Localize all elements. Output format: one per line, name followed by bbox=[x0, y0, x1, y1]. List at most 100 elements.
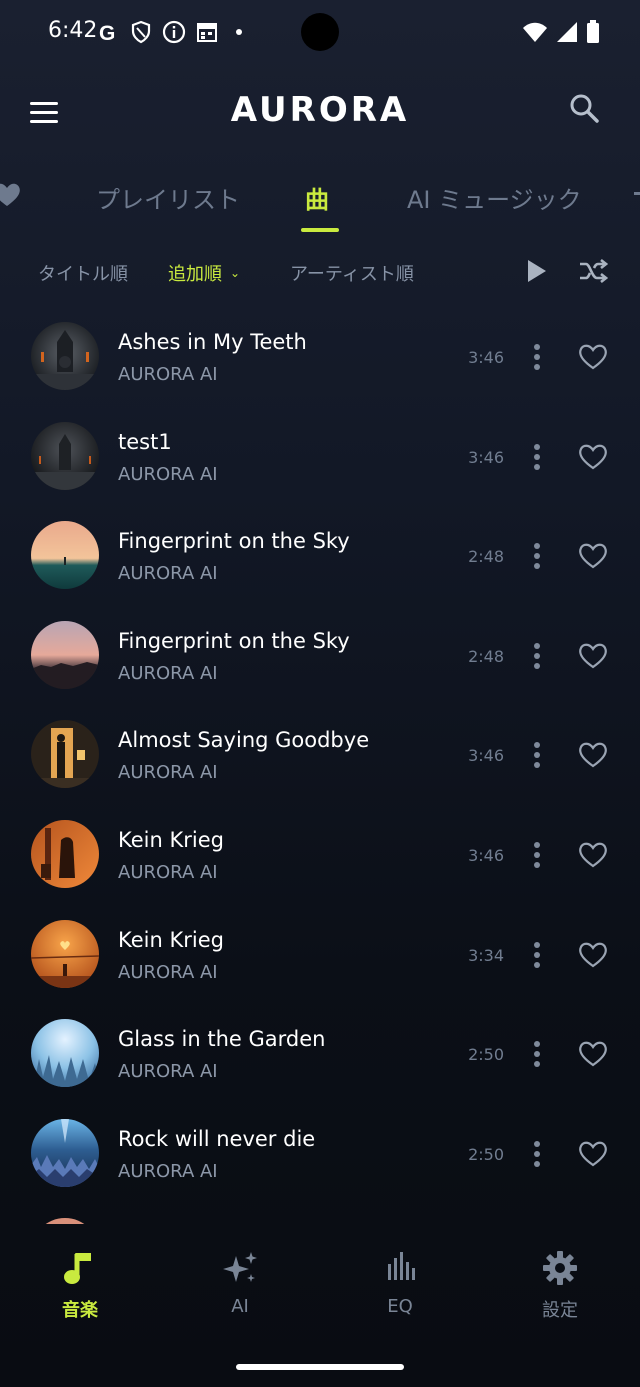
more-vertical-icon bbox=[534, 543, 540, 570]
more-vertical-icon bbox=[534, 842, 540, 868]
song-title: Ashes in My Teeth bbox=[118, 330, 307, 354]
album-art bbox=[31, 620, 99, 689]
more-options-button[interactable] bbox=[528, 442, 546, 472]
more-options-button[interactable] bbox=[528, 641, 546, 671]
more-vertical-icon bbox=[534, 742, 540, 769]
more-vertical-icon bbox=[534, 941, 540, 968]
song-duration: 3:46 bbox=[468, 746, 504, 766]
heart-outline-icon bbox=[579, 942, 607, 967]
favorite-button[interactable] bbox=[577, 540, 609, 570]
nav-ai-label: AI bbox=[231, 1296, 249, 1317]
shuffle-icon bbox=[580, 258, 609, 284]
song-duration: 2:50 bbox=[468, 1144, 504, 1164]
song-row[interactable]: Fingerprint on the Sky AURORA AI 2:48 bbox=[0, 607, 640, 707]
song-duration: 3:34 bbox=[468, 945, 504, 965]
sort-by-artist[interactable]: アーティスト順 bbox=[290, 260, 414, 286]
google-icon: G bbox=[99, 22, 115, 43]
more-options-button[interactable] bbox=[528, 342, 546, 372]
more-options-button[interactable] bbox=[528, 940, 546, 970]
status-bar: 6:42 G bbox=[0, 0, 640, 64]
song-row[interactable]: test1 AURORA AI 3:46 bbox=[0, 408, 640, 508]
sort-by-added[interactable]: 追加順 ⌄ bbox=[168, 260, 240, 286]
home-indicator[interactable] bbox=[236, 1364, 404, 1370]
bottom-navigation: 音楽 AI EQ 設定 bbox=[0, 1226, 640, 1346]
app-logo: AURORA bbox=[230, 90, 410, 130]
sort-by-title[interactable]: タイトル順 bbox=[38, 260, 128, 286]
play-all-button[interactable] bbox=[524, 258, 550, 284]
favorite-button[interactable] bbox=[577, 939, 609, 969]
album-art bbox=[31, 521, 99, 590]
favorite-button[interactable] bbox=[577, 1038, 609, 1068]
favorite-button[interactable] bbox=[577, 341, 609, 371]
battery-icon bbox=[587, 20, 599, 43]
nav-music-label: 音楽 bbox=[62, 1300, 98, 1321]
song-artist: AURORA AI bbox=[118, 1160, 218, 1182]
song-artist: AURORA AI bbox=[118, 862, 218, 883]
song-duration: 2:48 bbox=[468, 547, 504, 567]
wifi-icon bbox=[523, 22, 547, 42]
album-art bbox=[31, 322, 99, 390]
status-time: 6:42 bbox=[48, 18, 98, 43]
song-row[interactable]: Almost Saying Goodbye AURORA AI 3:46 bbox=[0, 706, 640, 806]
song-artist: AURORA AI bbox=[118, 463, 218, 485]
song-title: Fingerprint on the Sky bbox=[118, 628, 350, 653]
song-title: Fingerprint on the Sky bbox=[118, 529, 350, 554]
album-art bbox=[31, 1019, 99, 1088]
more-options-button[interactable] bbox=[528, 1139, 546, 1169]
song-row-partial[interactable] bbox=[0, 1204, 640, 1224]
album-art bbox=[31, 820, 99, 888]
song-title: Glass in the Garden bbox=[118, 1027, 326, 1052]
favorite-button[interactable] bbox=[577, 739, 609, 769]
heart-outline-icon bbox=[579, 643, 607, 669]
tab-bar: プレイリスト 曲 AI ミュージック bbox=[0, 168, 640, 232]
favorite-button[interactable] bbox=[577, 1138, 609, 1168]
album-art bbox=[31, 421, 99, 490]
tab-ai-music[interactable]: AI ミュージック bbox=[407, 180, 582, 215]
favorite-button[interactable] bbox=[577, 441, 609, 471]
song-artist: AURORA AI bbox=[118, 762, 218, 784]
more-options-button[interactable] bbox=[528, 740, 546, 770]
favorite-button[interactable] bbox=[577, 839, 609, 869]
nav-eq[interactable]: EQ bbox=[320, 1248, 480, 1317]
song-row[interactable]: Kein Krieg AURORA AI 3:46 bbox=[0, 806, 640, 906]
song-artist: AURORA AI bbox=[118, 364, 218, 385]
song-row[interactable]: Rock will never die AURORA AI 2:50 bbox=[0, 1105, 640, 1205]
nav-music[interactable]: 音楽 bbox=[0, 1248, 160, 1322]
shield-icon bbox=[131, 20, 151, 44]
dot-icon bbox=[236, 29, 242, 35]
song-title: Almost Saying Goodbye bbox=[118, 728, 370, 753]
song-row[interactable]: Ashes in My Teeth AURORA AI 3:46 bbox=[0, 308, 640, 408]
calendar-icon bbox=[197, 23, 217, 42]
nav-ai[interactable]: AI bbox=[160, 1248, 320, 1317]
album-art bbox=[31, 919, 99, 988]
chevron-down-icon: ⌄ bbox=[230, 266, 241, 280]
favorite-button[interactable] bbox=[577, 640, 609, 670]
app-header: AURORA bbox=[0, 78, 640, 144]
song-row[interactable]: Glass in the Garden AURORA AI 2:50 bbox=[0, 1005, 640, 1105]
album-art bbox=[31, 1118, 99, 1187]
more-options-button[interactable] bbox=[528, 1039, 546, 1069]
song-row[interactable]: Fingerprint on the Sky AURORA AI 2:48 bbox=[0, 507, 640, 607]
more-vertical-icon bbox=[534, 344, 540, 370]
song-title: Kein Krieg bbox=[118, 828, 224, 852]
tab-favorites[interactable] bbox=[0, 180, 22, 214]
nav-settings-label: 設定 bbox=[542, 1300, 578, 1321]
more-options-button[interactable] bbox=[528, 840, 546, 870]
play-icon bbox=[528, 260, 546, 282]
tab-songs[interactable]: 曲 bbox=[305, 180, 329, 215]
nav-settings[interactable]: 設定 bbox=[480, 1248, 640, 1322]
search-icon bbox=[570, 94, 599, 123]
song-duration: 2:50 bbox=[468, 1045, 504, 1065]
more-options-button[interactable] bbox=[528, 541, 546, 571]
song-row[interactable]: Kein Krieg AURORA AI 3:34 bbox=[0, 906, 640, 1006]
search-button[interactable] bbox=[568, 92, 604, 128]
status-icons-right bbox=[522, 20, 600, 44]
song-duration: 3:46 bbox=[468, 348, 504, 367]
more-vertical-icon bbox=[534, 443, 540, 470]
active-tab-indicator bbox=[301, 228, 339, 232]
sort-by-added-label: 追加順 bbox=[168, 264, 222, 285]
shuffle-button[interactable] bbox=[578, 258, 609, 284]
tab-playlist[interactable]: プレイリスト bbox=[96, 180, 240, 215]
song-artist: AURORA AI bbox=[118, 961, 218, 983]
more-vertical-icon bbox=[534, 642, 540, 669]
